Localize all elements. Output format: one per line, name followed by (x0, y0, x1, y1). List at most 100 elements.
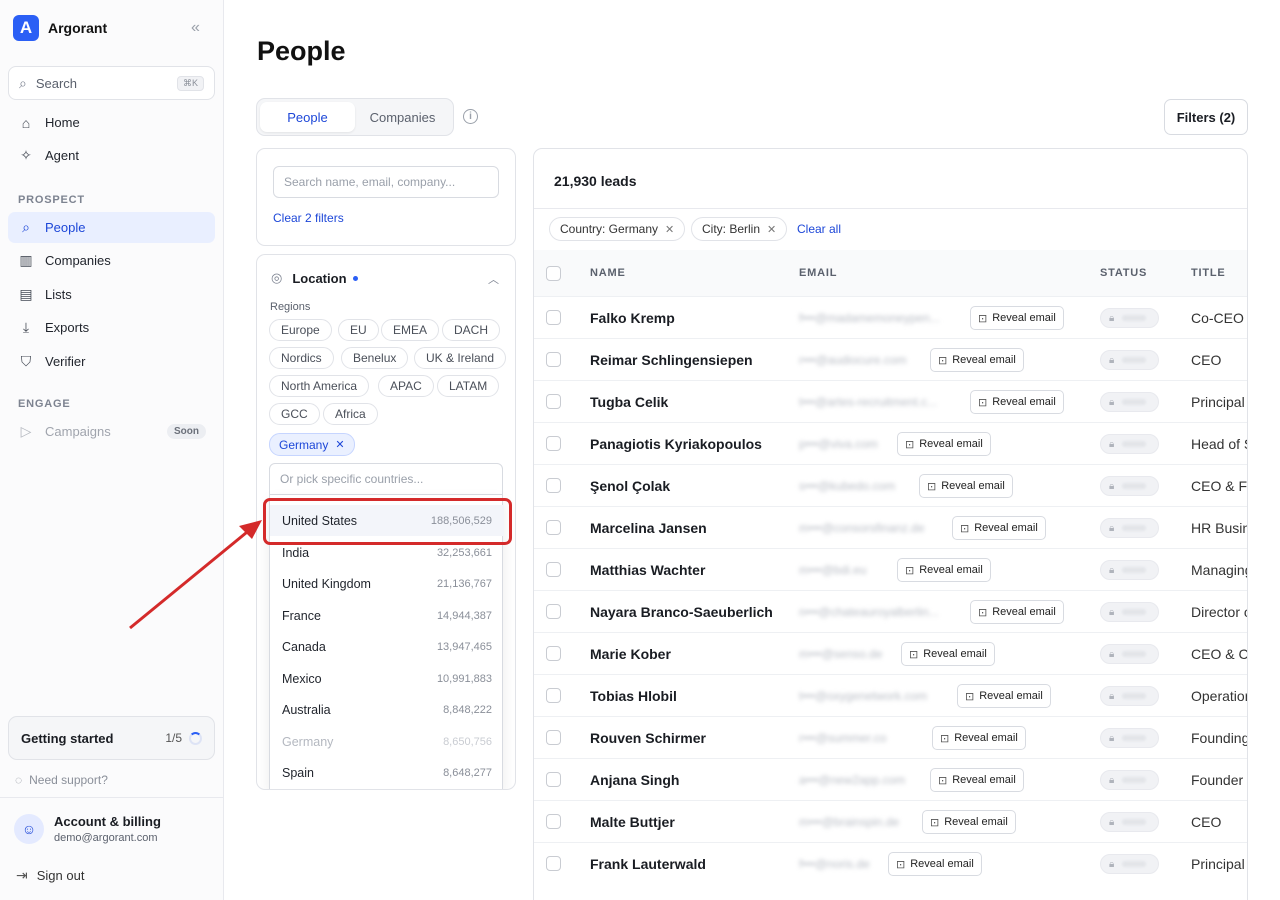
reveal-email-button[interactable]: ⊡ Reveal email (888, 852, 982, 876)
table-row[interactable]: Matthias Wachter m•••@bdi.eu ⊡ Reveal email… (534, 548, 1247, 590)
reveal-email-button[interactable]: ⊡ Reveal email (897, 558, 991, 582)
account-billing[interactable]: ☺ Account & billing demo@argorant.com (14, 814, 161, 844)
row-checkbox[interactable] (546, 394, 561, 409)
column-header-status[interactable]: STATUS (1100, 267, 1147, 279)
row-checkbox[interactable] (546, 352, 561, 367)
reveal-email-button[interactable]: ⊡ Reveal email (919, 474, 1013, 498)
tab-people[interactable]: People (260, 102, 355, 132)
sidebar-item-verifier[interactable]: ⛉ Verifier (8, 346, 215, 377)
country-option[interactable]: Mexico 10,991,883 (270, 663, 504, 694)
location-header[interactable]: ◎ Location (271, 270, 358, 286)
clear-all-link[interactable]: Clear all (797, 222, 841, 236)
table-row[interactable]: Panagiotis Kyriakopoulos p•••@viva.com ⊡ Re… (534, 422, 1247, 464)
row-checkbox[interactable] (546, 520, 561, 535)
select-all-checkbox[interactable] (546, 266, 561, 281)
country-option[interactable]: Spain 8,648,277 (270, 757, 504, 788)
country-option[interactable]: France 14,944,387 (270, 600, 504, 631)
region-chip[interactable]: EU (338, 319, 379, 341)
clear-filters-link[interactable]: Clear 2 filters (273, 211, 344, 225)
region-chip[interactable]: EMEA (381, 319, 440, 341)
brand[interactable]: A Argorant (13, 15, 107, 41)
lead-name[interactable]: Nayara Branco-Saeuberlich (590, 604, 773, 620)
table-row[interactable]: Nayara Branco-Saeuberlich n•••@chateauroy… (534, 590, 1247, 632)
column-header-email[interactable]: EMAIL (799, 267, 837, 279)
tab-companies[interactable]: Companies (355, 102, 450, 132)
reveal-email-button[interactable]: ⊡ Reveal email (952, 516, 1046, 540)
reveal-email-button[interactable]: ⊡ Reveal email (901, 642, 995, 666)
active-filter-chip[interactable]: City: Berlin ✕ (691, 217, 788, 241)
sidebar-item-home[interactable]: ⌂ Home (8, 107, 215, 138)
active-filter-chip[interactable]: Country: Germany ✕ (549, 217, 686, 241)
region-chip[interactable]: UK & Ireland (414, 347, 507, 369)
table-row[interactable]: Anjana Singh a•••@new2app.com ⊡ Reveal emai… (534, 758, 1247, 800)
region-chip[interactable]: DACH (442, 319, 501, 341)
column-header-name[interactable]: NAME (590, 267, 626, 279)
filters-button[interactable]: Filters (2) (1164, 99, 1248, 135)
country-picker-input[interactable]: Or pick specific countries... (269, 463, 503, 495)
remove-icon[interactable]: ✕ (335, 438, 344, 451)
sidebar-item-agent[interactable]: ✧ Agent (8, 140, 215, 171)
region-chip[interactable]: Africa (323, 403, 378, 425)
reveal-email-button[interactable]: ⊡ Reveal email (970, 306, 1064, 330)
lead-name[interactable]: Malte Buttjer (590, 814, 675, 830)
lead-name[interactable]: Rouven Schirmer (590, 730, 706, 746)
lead-name[interactable]: Frank Lauterwald (590, 856, 706, 872)
lead-name[interactable]: Panagiotis Kyriakopoulos (590, 436, 762, 452)
row-checkbox[interactable] (546, 814, 561, 829)
table-row[interactable]: Marie Kober m•••@senso.de ⊡ Reveal email 🔒︎ C… (534, 632, 1247, 674)
region-chip[interactable]: Benelux (341, 347, 409, 369)
row-checkbox[interactable] (546, 646, 561, 661)
table-row[interactable]: Rouven Schirmer r•••@summer.co ⊡ Reveal ema… (534, 716, 1247, 758)
table-row[interactable]: Frank Lauterwald f•••@noris.de ⊡ Reveal ema… (534, 842, 1247, 884)
region-chip[interactable]: APAC (378, 375, 434, 397)
region-chip[interactable]: GCC (269, 403, 320, 425)
table-row[interactable]: Marcelina Jansen m•••@consorsfinanz.de ⊡ Re… (534, 506, 1247, 548)
table-row[interactable]: Falko Kremp f•••@madamemoneypen... ⊡ Reveal… (534, 296, 1247, 338)
reveal-email-button[interactable]: ⊡ Reveal email (930, 348, 1024, 372)
filter-search-input[interactable]: Search name, email, company... (273, 166, 499, 198)
lead-name[interactable]: Falko Kremp (590, 310, 675, 326)
table-row[interactable]: Tobias Hlobil t•••@oxygenetwork.com ⊡ Revea… (534, 674, 1247, 716)
sidebar-item-exports[interactable]: ⤓ Exports (8, 312, 215, 343)
reveal-email-button[interactable]: ⊡ Reveal email (930, 768, 1024, 792)
reveal-email-button[interactable]: ⊡ Reveal email (957, 684, 1051, 708)
sidebar-item-lists[interactable]: ▤ Lists (8, 279, 215, 310)
reveal-email-button[interactable]: ⊡ Reveal email (970, 390, 1064, 414)
sign-out-button[interactable]: ⇥ Sign out (16, 867, 84, 884)
reveal-email-button[interactable]: ⊡ Reveal email (897, 432, 991, 456)
region-chip[interactable]: Europe (269, 319, 332, 341)
lead-name[interactable]: Şenol Çolak (590, 478, 670, 494)
row-checkbox[interactable] (546, 436, 561, 451)
remove-icon[interactable]: ✕ (767, 223, 776, 236)
lead-name[interactable]: Reimar Schlingensiepen (590, 352, 753, 368)
sidebar-search[interactable]: ⌕ Search ⌘K (8, 66, 215, 100)
table-row[interactable]: Reimar Schlingensiepen r•••@audiocure.com… (534, 338, 1247, 380)
column-header-title[interactable]: TITLE (1191, 267, 1226, 279)
sidebar-item-people[interactable]: ⌕ People (8, 212, 215, 243)
row-checkbox[interactable] (546, 688, 561, 703)
lead-name[interactable]: Tugba Celik (590, 394, 668, 410)
support-link[interactable]: ◌ Need support? (15, 773, 108, 787)
reveal-email-button[interactable]: ⊡ Reveal email (932, 726, 1026, 750)
sidebar-item-campaigns[interactable]: ▷ Campaigns Soon (8, 416, 215, 447)
lead-name[interactable]: Anjana Singh (590, 772, 679, 788)
row-checkbox[interactable] (546, 772, 561, 787)
remove-icon[interactable]: ✕ (665, 223, 674, 236)
row-checkbox[interactable] (546, 478, 561, 493)
lead-name[interactable]: Tobias Hlobil (590, 688, 677, 704)
country-option[interactable]: Australia 8,848,222 (270, 694, 504, 725)
row-checkbox[interactable] (546, 562, 561, 577)
reveal-email-button[interactable]: ⊡ Reveal email (970, 600, 1064, 624)
table-row[interactable]: Malte Buttjer m•••@brainspin.de ⊡ Reveal em… (534, 800, 1247, 842)
country-option[interactable]: Canada 13,947,465 (270, 631, 504, 662)
region-chip[interactable]: Nordics (269, 347, 334, 369)
table-row[interactable]: Tugba Celik t•••@artes-recruitment.c... ⊡ R… (534, 380, 1247, 422)
row-checkbox[interactable] (546, 730, 561, 745)
row-checkbox[interactable] (546, 856, 561, 871)
table-row[interactable]: Şenol Çolak s•••@kubedo.com ⊡ Reveal email 🔒… (534, 464, 1247, 506)
lead-name[interactable]: Matthias Wachter (590, 562, 705, 578)
row-checkbox[interactable] (546, 604, 561, 619)
country-option[interactable]: United Kingdom 21,136,767 (270, 568, 504, 599)
getting-started-card[interactable]: Getting started 1/5 (8, 716, 215, 760)
lead-name[interactable]: Marcelina Jansen (590, 520, 707, 536)
